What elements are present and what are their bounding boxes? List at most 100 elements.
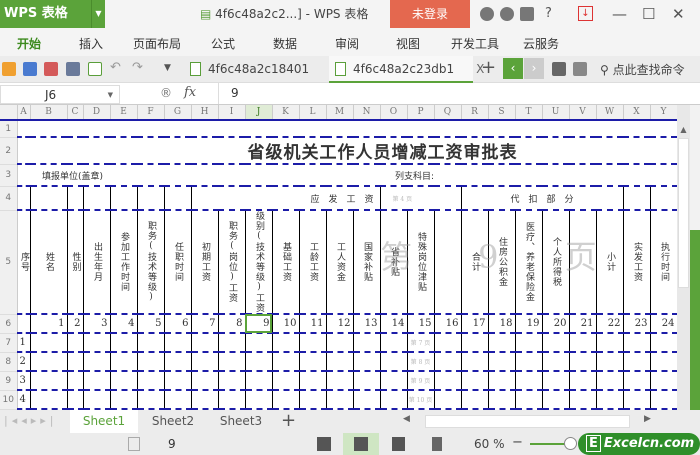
serial-number-cell[interactable]: 1	[17, 333, 31, 353]
cell[interactable]	[137, 120, 164, 138]
chevron-down-icon[interactable]: ▼	[164, 63, 178, 77]
cell[interactable]	[218, 371, 246, 391]
cell[interactable]	[137, 371, 165, 391]
page-mark[interactable]: 第 9 页	[407, 371, 435, 391]
index-cell[interactable]: 7	[191, 314, 219, 334]
cell[interactable]	[17, 186, 31, 211]
column-header-g[interactable]: G	[164, 105, 192, 121]
select-all-corner[interactable]	[0, 105, 18, 121]
new-tab-button[interactable]: +	[481, 57, 496, 78]
cell[interactable]	[164, 390, 192, 410]
cell[interactable]	[83, 371, 111, 391]
cell[interactable]	[272, 390, 300, 410]
index-cell[interactable]	[17, 314, 31, 334]
cell[interactable]	[326, 120, 353, 138]
column-header-d[interactable]: D	[83, 105, 111, 121]
cell[interactable]	[30, 371, 68, 391]
cell[interactable]	[407, 120, 434, 138]
cell[interactable]	[110, 352, 138, 372]
cell[interactable]	[272, 120, 299, 138]
cell[interactable]	[272, 333, 300, 353]
column-title-a[interactable]: 序号	[17, 210, 31, 315]
formula-input[interactable]: 9	[218, 83, 700, 104]
cell[interactable]	[83, 352, 111, 372]
cell[interactable]	[299, 352, 327, 372]
zoom-slider-handle[interactable]	[564, 437, 577, 450]
column-header-f[interactable]: F	[137, 105, 165, 121]
scroll-up-icon[interactable]: ▲	[677, 125, 690, 134]
scroll-left-icon[interactable]: ◀	[403, 414, 410, 424]
index-cell[interactable]: 13	[353, 314, 381, 334]
cell[interactable]	[326, 352, 354, 372]
doc-tab-2-active[interactable]: 4f6c48a2c23db1 X	[329, 56, 484, 83]
export-pdf-icon[interactable]	[44, 62, 58, 76]
tab-scroll-left-button[interactable]: ‹	[503, 58, 523, 79]
cell[interactable]	[83, 390, 111, 410]
scroll-right-icon[interactable]: ▶	[644, 414, 651, 424]
cell[interactable]	[623, 352, 651, 372]
cell[interactable]	[650, 352, 677, 372]
wps-app-menu-button[interactable]: WPS 表格 ▼	[0, 0, 105, 28]
cell[interactable]	[299, 390, 327, 410]
cell[interactable]	[650, 371, 677, 391]
column-title-k[interactable]: 基础工资	[272, 210, 300, 315]
column-header-w[interactable]: W	[596, 105, 624, 121]
index-cell[interactable]: 11	[299, 314, 327, 334]
cell[interactable]	[542, 120, 569, 138]
row-header-4[interactable]: 4	[0, 186, 18, 211]
cell[interactable]	[623, 120, 650, 138]
save-icon[interactable]	[23, 62, 37, 76]
cell[interactable]	[137, 352, 165, 372]
cell[interactable]	[164, 352, 192, 372]
cell[interactable]	[461, 120, 488, 138]
cell[interactable]	[596, 390, 624, 410]
row-header-9[interactable]: 9	[0, 371, 18, 391]
cell[interactable]	[218, 390, 246, 410]
column-title-d[interactable]: 出生年月	[83, 210, 111, 315]
sheet-tab-sheet2[interactable]: Sheet2	[139, 410, 207, 433]
index-cell[interactable]: 22	[596, 314, 624, 334]
sheet-nav-arrows-icon[interactable]: |◂◂▸▸|	[4, 414, 58, 427]
cell[interactable]	[83, 120, 110, 138]
cell[interactable]	[110, 120, 137, 138]
cell[interactable]	[515, 352, 543, 372]
screen-icon[interactable]	[552, 62, 566, 76]
cell[interactable]	[542, 371, 570, 391]
cell[interactable]	[596, 333, 624, 353]
cell[interactable]	[596, 352, 624, 372]
cell[interactable]	[191, 371, 219, 391]
index-cell[interactable]: 18	[488, 314, 516, 334]
chevron-down-icon[interactable]: ▼	[108, 86, 113, 104]
cell[interactable]	[569, 352, 597, 372]
cell[interactable]	[191, 352, 219, 372]
index-cell[interactable]: 14	[380, 314, 408, 334]
column-title-n[interactable]: 国家补贴	[353, 210, 381, 315]
cell[interactable]	[326, 333, 354, 353]
maximize-button[interactable]: ☐	[642, 0, 655, 28]
cell[interactable]	[650, 333, 677, 353]
cell[interactable]	[30, 333, 68, 353]
cell[interactable]	[164, 333, 192, 353]
cell[interactable]	[434, 390, 462, 410]
cell[interactable]	[623, 390, 651, 410]
cell[interactable]	[461, 352, 489, 372]
scroll-thumb[interactable]	[678, 138, 689, 288]
column-title-m[interactable]: 工人资金	[326, 210, 354, 315]
column-title-f[interactable]: 职务(技术等级)	[137, 210, 165, 315]
active-cell-j6[interactable]: 9	[245, 314, 273, 334]
cell[interactable]	[488, 120, 515, 138]
side-panel-toggle[interactable]	[690, 230, 700, 410]
normal-view-icon[interactable]	[317, 437, 331, 451]
horizontal-scrollbar[interactable]	[425, 415, 630, 428]
group-header-pay[interactable]: 应 发 工 资	[191, 186, 381, 211]
cell[interactable]	[434, 120, 461, 138]
column-title-x[interactable]: 实发工资	[623, 210, 651, 315]
cell[interactable]	[353, 371, 381, 391]
column-title-e[interactable]: 参加工作时间	[110, 210, 138, 315]
cell[interactable]	[137, 390, 165, 410]
vertical-scrollbar[interactable]: ▲	[677, 105, 690, 410]
column-title-b[interactable]: 姓名	[30, 210, 68, 315]
index-cell[interactable]: 4	[110, 314, 138, 334]
share-icon[interactable]	[520, 7, 534, 21]
sheet-title[interactable]: 省级机关工作人员增减工资审批表	[17, 137, 677, 165]
